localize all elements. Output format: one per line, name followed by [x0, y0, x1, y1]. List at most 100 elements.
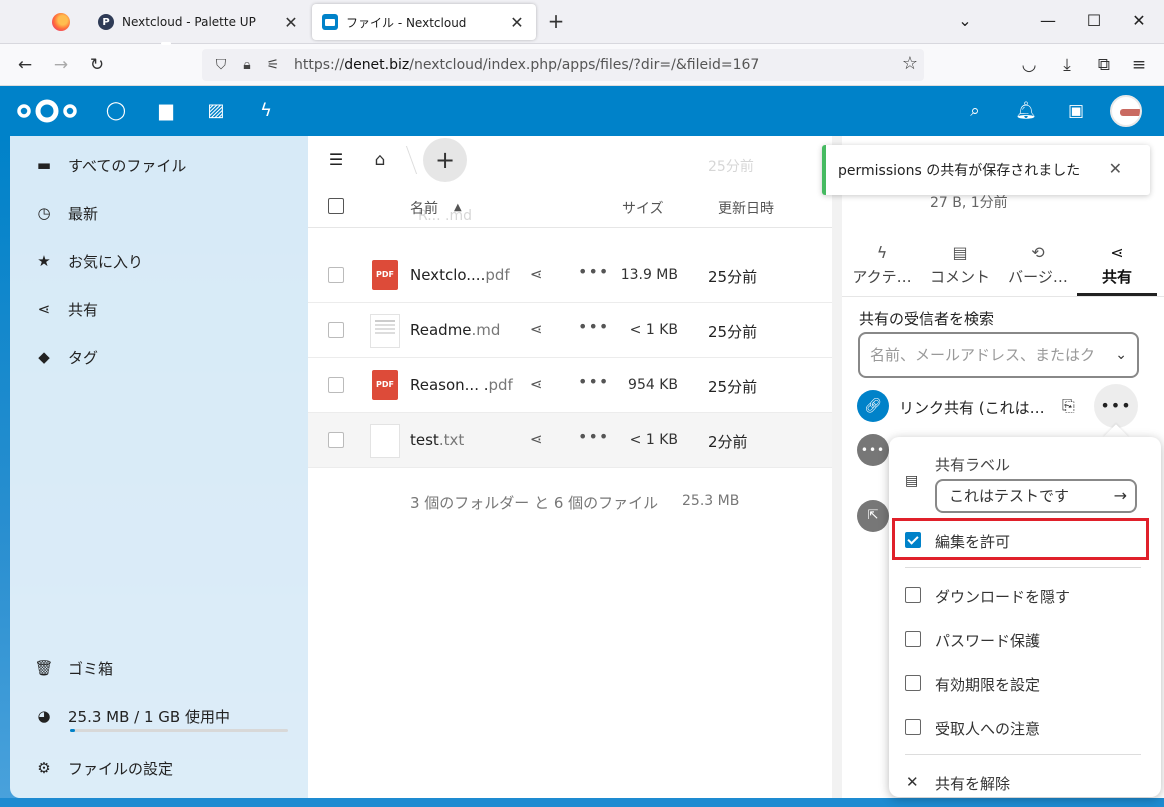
search-icon[interactable]: ⌕	[962, 98, 988, 124]
back-arrow-icon[interactable]: ←	[13, 53, 37, 77]
minimize-button[interactable]: —	[1036, 10, 1060, 34]
permissions-icon[interactable]: ⚟	[262, 57, 284, 73]
share-label-input[interactable]: これはテストです →	[935, 479, 1137, 513]
nav-item-shares[interactable]: ⋖ 共有	[20, 289, 300, 329]
file-size: < 1 KB	[629, 432, 678, 448]
nav-item-favorites[interactable]: ★ お気に入り	[20, 241, 300, 281]
home-icon[interactable]: ⌂	[368, 148, 392, 172]
checkbox[interactable]	[905, 719, 921, 735]
row-checkbox[interactable]	[328, 267, 344, 283]
photos-icon[interactable]: ▨	[203, 98, 229, 124]
header-modified[interactable]: 更新日時	[718, 198, 774, 218]
reload-icon[interactable]: ↻	[85, 53, 109, 77]
table-row[interactable]: PDF Reason... .pdf ⋖ ••• 954 KB 25分前	[308, 358, 832, 413]
tab-versions[interactable]: ⟲ バージ…	[998, 240, 1078, 296]
extensions-icon[interactable]: ⧉	[1092, 53, 1116, 77]
url-text[interactable]: https://denet.biz/nextcloud/index.php/ap…	[294, 57, 759, 73]
checkbox[interactable]	[905, 675, 921, 691]
link-share-menu-button[interactable]: •••	[1094, 384, 1138, 428]
url-prefix: https://	[294, 57, 345, 73]
shield-icon[interactable]: ⛉	[210, 57, 232, 73]
checkbox[interactable]	[905, 587, 921, 603]
more-actions-icon[interactable]: •••	[578, 317, 609, 336]
header-size[interactable]: サイズ	[622, 198, 664, 218]
close-icon[interactable]: ✕	[906, 773, 919, 791]
file-name[interactable]: Reason... .pdf	[410, 376, 513, 394]
tab-title: ファイル - Nextcloud	[346, 15, 467, 30]
hide-download-checkbox-item[interactable]: ダウンロードを隠す	[889, 574, 1161, 616]
forward-arrow-icon[interactable]: →	[49, 53, 73, 77]
share-search-input[interactable]: 名前、メールアドレス、またはク ⌄	[858, 332, 1139, 378]
table-row[interactable]: Readme.md ⋖ ••• < 1 KB 25分前	[308, 303, 832, 358]
table-row[interactable]: PDF Nextclo....pdf ⋖ ••• 13.9 MB 25分前	[308, 248, 832, 303]
notifications-bell-icon[interactable]: 🔔︎	[1013, 98, 1039, 124]
new-item-button[interactable]: +	[423, 138, 467, 182]
user-avatar[interactable]	[1110, 95, 1142, 127]
row-checkbox[interactable]	[328, 322, 344, 338]
star-icon: ★	[37, 252, 51, 270]
pocket-icon[interactable]: ◡	[1017, 53, 1041, 77]
close-window-button[interactable]: ✕	[1127, 10, 1151, 34]
menu-hamburger-icon[interactable]: ≡	[1127, 53, 1151, 77]
close-icon[interactable]: ✕	[1109, 159, 1122, 178]
file-extension: pdf	[488, 376, 513, 394]
share-icon[interactable]: ⋖	[530, 320, 543, 338]
nav-item-label: 共有	[68, 300, 99, 319]
lock-icon[interactable]: 🔒︎	[236, 57, 258, 73]
chevron-down-icon[interactable]: ⌄	[1115, 334, 1127, 376]
share-icon[interactable]: ⋖	[530, 265, 543, 283]
nav-item-trash[interactable]: 🗑︎ ゴミ箱	[20, 648, 300, 688]
download-icon[interactable]: ⤓	[1055, 53, 1079, 77]
file-name[interactable]: test.txt	[410, 431, 464, 449]
nav-item-settings[interactable]: ⚙ ファイルの設定	[20, 748, 300, 788]
submit-arrow-icon[interactable]: →	[1114, 481, 1127, 511]
more-actions-icon[interactable]: •••	[578, 262, 609, 281]
share-icon[interactable]: ⋖	[530, 430, 543, 448]
new-tab-button[interactable]: +	[544, 10, 568, 34]
tab-sharing[interactable]: ⋖ 共有	[1077, 240, 1157, 296]
checkbox[interactable]	[905, 631, 921, 647]
scrollbar-track[interactable]	[832, 136, 842, 798]
tab-close-icon[interactable]: ✕	[508, 13, 526, 32]
clipboard-copy-icon[interactable]: ⎘	[1062, 396, 1075, 416]
nextcloud-logo-icon[interactable]	[16, 96, 78, 126]
browser-tab-files[interactable]: ファイル - Nextcloud ✕	[312, 4, 536, 40]
nav-item-label: すべてのファイル	[68, 156, 187, 175]
expiration-date-checkbox-item[interactable]: 有効期限を設定	[889, 662, 1161, 704]
url-bar[interactable]: ⛉ 🔒︎ ⚟ https://denet.biz/nextcloud/index…	[202, 49, 924, 81]
share-search-placeholder: 名前、メールアドレス、またはク	[870, 346, 1096, 364]
breadcrumb-separator	[394, 146, 418, 174]
firefox-pinned-tab[interactable]	[36, 6, 86, 38]
dashboard-icon[interactable]: ◯	[103, 98, 129, 124]
tab-close-icon[interactable]: ✕	[282, 13, 300, 32]
tag-icon: ◆	[38, 348, 50, 366]
row-checkbox[interactable]	[328, 377, 344, 393]
files-app-icon[interactable]: ▆	[153, 98, 179, 124]
browser-tab-palette[interactable]: P Nextcloud - Palette UP ✕	[88, 4, 310, 40]
more-actions-icon[interactable]: •••	[578, 372, 609, 391]
password-protect-checkbox-item[interactable]: パスワード保護	[889, 618, 1161, 660]
select-all-checkbox[interactable]	[328, 198, 344, 214]
share-icon[interactable]: ⋖	[530, 375, 543, 393]
bookmark-star-icon[interactable]: ☆	[902, 53, 918, 74]
note-to-recipient-checkbox-item[interactable]: 受取人への注意	[889, 706, 1161, 748]
tab-list-chevron-icon[interactable]: ⌄	[953, 10, 977, 34]
table-row[interactable]: test.txt ⋖ ••• < 1 KB 2分前	[308, 413, 832, 468]
tab-comments[interactable]: ▤ コメント	[920, 240, 1000, 296]
tab-activity[interactable]: ϟ アクテ…	[842, 240, 922, 296]
palette-favicon-icon: P	[98, 14, 114, 30]
maximize-button[interactable]: ☐	[1082, 10, 1106, 34]
nav-item-all-files[interactable]: ▬ すべてのファイル	[20, 145, 300, 185]
link-icon: 🔗︎	[857, 390, 889, 422]
more-actions-icon[interactable]: •••	[578, 427, 609, 446]
activity-icon[interactable]: ϟ	[253, 98, 279, 124]
toggle-navigation-icon[interactable]: ☰	[324, 148, 348, 172]
file-name[interactable]: Readme.md	[410, 321, 500, 339]
row-checkbox[interactable]	[328, 432, 344, 448]
file-name[interactable]: Nextclo....pdf	[410, 266, 510, 284]
unshare-button[interactable]: 共有を解除	[935, 773, 1010, 794]
contacts-icon[interactable]: ▣	[1063, 98, 1089, 124]
nav-item-tags[interactable]: ◆ タグ	[20, 337, 300, 377]
nav-item-recent[interactable]: ◷ 最新	[20, 193, 300, 233]
tab-title: Nextcloud - Palette UP	[122, 15, 256, 29]
